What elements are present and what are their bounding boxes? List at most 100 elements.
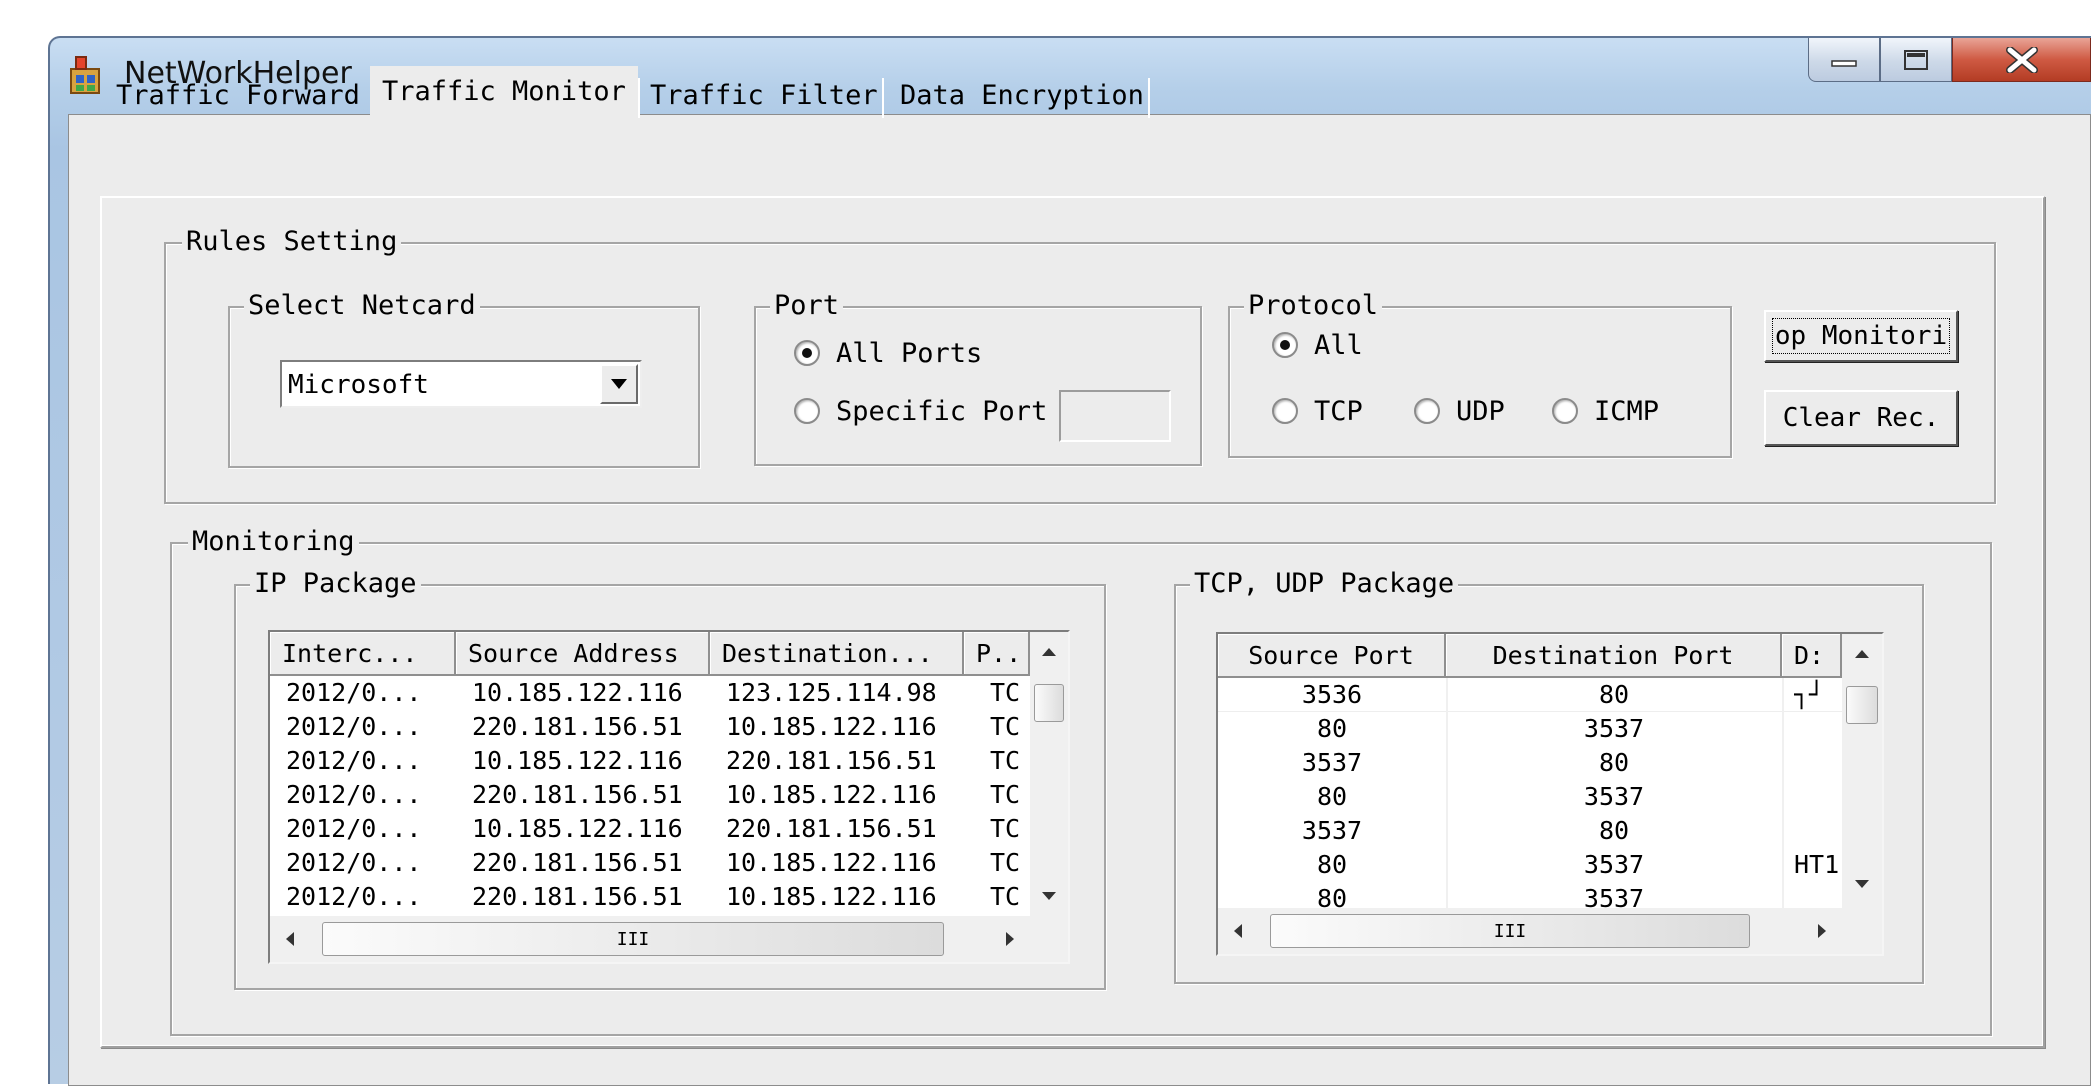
- protocol-tcp-radio[interactable]: [1272, 398, 1298, 424]
- table-row[interactable]: 3537 80: [1218, 814, 1842, 848]
- table-cell: 10.185.122.116: [472, 746, 683, 775]
- table-cell: 80: [1598, 816, 1630, 845]
- chevron-down-icon: [1042, 892, 1056, 900]
- scroll-down-button[interactable]: [1842, 864, 1882, 904]
- scroll-thumb[interactable]: [1034, 684, 1064, 722]
- netcard-select[interactable]: Microsoft: [280, 360, 642, 408]
- table-cell: TC: [990, 746, 1021, 775]
- table-row[interactable]: 80 3537: [1218, 780, 1842, 814]
- column-divider: [1446, 678, 1448, 908]
- column-divider: [1782, 678, 1784, 908]
- column-header-destination[interactable]: Destination...: [710, 632, 964, 676]
- column-header-interface[interactable]: Interc...: [270, 632, 456, 676]
- table-cell: 3536: [1301, 680, 1363, 709]
- table-row[interactable]: 2012/0... 220.181.156.51 10.185.122.116 …: [270, 846, 1030, 880]
- specific-port-radio[interactable]: [794, 398, 820, 424]
- chevron-down-icon: [1855, 880, 1869, 888]
- protocol-all-radio[interactable]: [1272, 332, 1298, 358]
- table-row[interactable]: 3536 80 ┐┘: [1218, 678, 1842, 712]
- clear-records-label: Clear Rec.: [1782, 403, 1940, 433]
- protocol-tcp-label: TCP: [1314, 396, 1363, 427]
- maximize-button[interactable]: [1880, 38, 1952, 82]
- tab-traffic-filter[interactable]: Traffic Filter: [638, 72, 890, 120]
- table-cell: 220.181.156.51: [472, 882, 683, 910]
- ip-package-list[interactable]: Interc... Source Address Destination... …: [268, 630, 1070, 964]
- chevron-right-icon: [1818, 924, 1826, 938]
- table-row[interactable]: 2012/0... 10.185.122.116 220.181.156.51 …: [270, 812, 1030, 846]
- table-row[interactable]: 80 3537: [1218, 882, 1842, 908]
- chevron-right-icon: [1006, 932, 1014, 946]
- table-cell: TC: [990, 712, 1021, 741]
- port-group: [754, 306, 1202, 466]
- table-cell: [1794, 780, 1842, 814]
- table-cell: 80: [1316, 884, 1348, 908]
- tab-traffic-forward[interactable]: Traffic Forward: [104, 72, 372, 120]
- table-cell: 10.185.122.116: [726, 882, 937, 910]
- column-header-source-address[interactable]: Source Address: [456, 632, 710, 676]
- protocol-udp-radio[interactable]: [1414, 398, 1440, 424]
- scroll-left-button[interactable]: [270, 916, 310, 962]
- scroll-right-button[interactable]: [990, 916, 1030, 962]
- protocol-icmp-radio[interactable]: [1552, 398, 1578, 424]
- tcp-horizontal-scrollbar[interactable]: III: [1218, 908, 1882, 954]
- ip-vertical-scrollbar[interactable]: [1030, 632, 1068, 916]
- all-ports-radio[interactable]: [794, 340, 820, 366]
- scroll-grip: III: [1493, 920, 1527, 942]
- table-row[interactable]: 80 3537: [1218, 712, 1842, 746]
- scroll-thumb[interactable]: [1846, 686, 1878, 724]
- table-cell: 10.185.122.116: [726, 780, 937, 809]
- table-row[interactable]: 3537 80: [1218, 746, 1842, 780]
- ip-horizontal-scrollbar[interactable]: III: [270, 916, 1068, 962]
- tcp-vertical-scrollbar[interactable]: [1842, 634, 1882, 908]
- scroll-up-button[interactable]: [1842, 634, 1882, 674]
- scroll-thumb[interactable]: III: [322, 922, 944, 956]
- netcard-dropdown-button[interactable]: [600, 364, 638, 404]
- table-row[interactable]: 2012/0... 220.181.156.51 10.185.122.116 …: [270, 880, 1030, 910]
- scroll-up-button[interactable]: [1030, 632, 1068, 672]
- column-header-source-port[interactable]: Source Port: [1218, 634, 1446, 678]
- table-cell: 220.181.156.51: [726, 746, 937, 775]
- table-cell: 10.185.122.116: [726, 712, 937, 741]
- table-row[interactable]: 2012/0... 10.185.122.116 123.125.114.98 …: [270, 676, 1030, 710]
- scroll-right-button[interactable]: [1802, 908, 1842, 954]
- protocol-all-label: All: [1314, 330, 1363, 361]
- table-cell: 3537: [1583, 714, 1645, 743]
- table-row[interactable]: 2012/0... 220.181.156.51 10.185.122.116 …: [270, 778, 1030, 812]
- table-row[interactable]: 80 3537 HT1: [1218, 848, 1842, 882]
- scroll-left-button[interactable]: [1218, 908, 1258, 954]
- scroll-thumb[interactable]: III: [1270, 914, 1750, 948]
- table-cell: 2012/0...: [286, 678, 422, 707]
- tab-traffic-monitor[interactable]: Traffic Monitor: [370, 66, 638, 122]
- close-icon: [2005, 46, 2038, 73]
- table-row[interactable]: 2012/0... 10.185.122.116 220.181.156.51 …: [270, 744, 1030, 778]
- table-cell: [1794, 746, 1842, 780]
- tcp-udp-package-list[interactable]: Source Port Destination Port D: 3536 80 …: [1216, 632, 1884, 956]
- network-app-icon: [70, 56, 100, 94]
- chevron-up-icon: [1855, 650, 1869, 658]
- protocol-icmp-label: ICMP: [1594, 396, 1660, 427]
- stop-monitoring-button[interactable]: op Monitori: [1764, 310, 1958, 362]
- scroll-down-button[interactable]: [1030, 876, 1068, 916]
- table-row[interactable]: 2012/0... 220.181.156.51 10.185.122.116 …: [270, 710, 1030, 744]
- focus-rectangle: [1772, 318, 1950, 354]
- column-header-data[interactable]: D:: [1782, 634, 1842, 678]
- ip-package-title: IP Package: [250, 567, 421, 601]
- clear-records-button[interactable]: Clear Rec.: [1764, 390, 1958, 446]
- table-cell: 220.181.156.51: [472, 712, 683, 741]
- table-cell: HT1: [1794, 850, 1840, 879]
- table-cell: 80: [1598, 748, 1630, 777]
- chevron-up-icon: [1042, 648, 1056, 656]
- tab-data-encryption[interactable]: Data Encryption: [888, 72, 1156, 120]
- chevron-left-icon: [1234, 924, 1242, 938]
- minimize-button[interactable]: [1808, 38, 1880, 82]
- table-cell: 80: [1598, 680, 1630, 709]
- table-cell: 2012/0...: [286, 780, 422, 809]
- specific-port-input[interactable]: [1059, 390, 1171, 442]
- table-cell: 220.181.156.51: [472, 848, 683, 877]
- table-cell: 10.185.122.116: [472, 678, 683, 707]
- close-button[interactable]: [1952, 38, 2091, 82]
- column-header-protocol[interactable]: P..: [964, 632, 1030, 676]
- column-header-destination-port[interactable]: Destination Port: [1446, 634, 1782, 678]
- table-cell: ┐┘: [1794, 680, 1825, 709]
- table-cell: TC: [990, 814, 1021, 843]
